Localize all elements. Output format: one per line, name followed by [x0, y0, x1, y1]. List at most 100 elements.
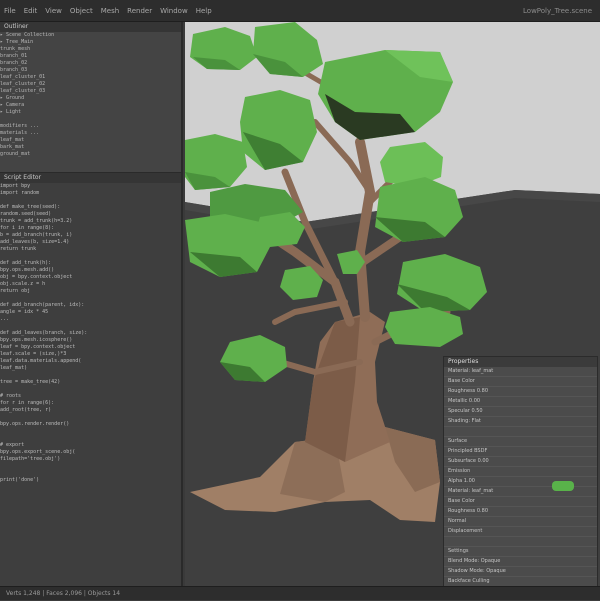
code-line: leaf.data.materials.append( — [0, 358, 82, 364]
code-line: bpy.ops.export_scene.obj( — [0, 449, 76, 455]
property-row[interactable]: Surface — [444, 437, 597, 447]
code-line: return obj — [0, 288, 31, 294]
outliner-item[interactable]: branch_03 — [0, 67, 181, 74]
script-editor-title: Script Editor — [0, 173, 181, 183]
outliner-item[interactable]: ▸ Ground — [0, 95, 181, 102]
outliner-panel[interactable]: Outliner ▸ Scene Collection ▸ Tree_Main … — [0, 22, 183, 172]
property-row[interactable]: Metallic 0.00 — [444, 397, 597, 407]
property-row[interactable]: Principled BSDF — [444, 447, 597, 457]
outliner-item[interactable]: ▸ Tree_Main — [0, 39, 181, 46]
code-line: def add_leaves(branch, size): — [0, 330, 88, 336]
properties-panel[interactable]: Properties Material: leaf_mat Base Color R… — [443, 356, 598, 592]
property-row[interactable]: Roughness 0.80 — [444, 507, 597, 517]
code-line: obj.scale.z = h — [0, 281, 46, 287]
code-line: import random — [0, 190, 40, 196]
script-editor-panel[interactable]: Script Editor import bpy import random de… — [0, 172, 183, 586]
outliner-item[interactable]: leaf_cluster_02 — [0, 81, 181, 88]
code-line: bpy.ops.mesh.add() — [0, 267, 55, 273]
outliner-title: Outliner — [0, 22, 181, 32]
property-row[interactable]: Emission — [444, 467, 597, 477]
code-line: trunk = add_trunk(h=3.2) — [0, 218, 73, 224]
property-row[interactable]: Base Color — [444, 497, 597, 507]
code-line: leaf.scale = (size,)*3 — [0, 351, 67, 357]
code-line: # roots — [0, 393, 22, 399]
code-line: filepath='tree.obj') — [0, 456, 61, 462]
menu-edit[interactable]: Edit — [24, 7, 38, 15]
code-line: return trunk — [0, 246, 37, 252]
property-row[interactable]: Material: leaf_mat — [444, 367, 597, 377]
property-row[interactable]: Settings — [444, 547, 597, 557]
outliner-item[interactable]: ground_mat — [0, 151, 181, 158]
property-row[interactable]: Subsurface 0.00 — [444, 457, 597, 467]
code-line: add_leaves(b, size=1.4) — [0, 239, 70, 245]
menu-mesh[interactable]: Mesh — [101, 7, 119, 15]
outliner-item[interactable] — [0, 116, 181, 123]
script-editor-text[interactable]: import bpy import random def make_tree(se… — [0, 183, 181, 484]
property-row[interactable]: Shadow Mode: Opaque — [444, 567, 597, 577]
code-line: angle = idx * 45 — [0, 309, 49, 315]
property-row[interactable]: Alpha 1.00 — [444, 477, 597, 487]
menu-help[interactable]: Help — [196, 7, 212, 15]
property-row[interactable]: Displacement — [444, 527, 597, 537]
properties-title: Properties — [444, 357, 597, 367]
outliner-item[interactable]: leaf_cluster_01 — [0, 74, 181, 81]
outliner-item[interactable]: trunk_mesh — [0, 46, 181, 53]
code-line: def make_tree(seed): — [0, 204, 61, 210]
code-line: def add_trunk(h): — [0, 260, 52, 266]
code-line: bpy.ops.render.render() — [0, 421, 70, 427]
property-row[interactable]: Normal — [444, 517, 597, 527]
code-line: # export — [0, 442, 25, 448]
code-line: random.seed(seed) — [0, 211, 52, 217]
code-line: bpy.ops.mesh.icosphere() — [0, 337, 73, 343]
code-line: print('done') — [0, 477, 40, 483]
property-row[interactable] — [444, 427, 597, 437]
code-line: tree = make_tree(42) — [0, 379, 61, 385]
code-line: for i in range(8): — [0, 225, 55, 231]
property-row[interactable]: Roughness 0.80 — [444, 387, 597, 397]
app-window: File Edit View Object Mesh Render Window… — [0, 0, 600, 600]
code-line: add_root(tree, r) — [0, 407, 52, 413]
menu-view[interactable]: View — [45, 7, 62, 15]
code-line: b = add_branch(trunk, i) — [0, 232, 73, 238]
outliner-item[interactable]: ▸ Scene Collection — [0, 32, 181, 39]
menu-bar: File Edit View Object Mesh Render Window… — [0, 0, 600, 22]
outliner-item[interactable]: leaf_mat — [0, 137, 181, 144]
menu-render[interactable]: Render — [127, 7, 152, 15]
leaf-color-swatch[interactable] — [552, 481, 574, 491]
outliner-item[interactable]: ▸ Camera — [0, 102, 181, 109]
property-row[interactable]: Base Color — [444, 377, 597, 387]
outliner-item[interactable]: ▸ Light — [0, 109, 181, 116]
property-row[interactable]: Blend Mode: Opaque — [444, 557, 597, 567]
menu-window[interactable]: Window — [160, 7, 188, 15]
outliner-item[interactable]: bark_mat — [0, 144, 181, 151]
code-line: leaf_mat) — [0, 365, 28, 371]
outliner-item[interactable]: leaf_cluster_03 — [0, 88, 181, 95]
outliner-list: ▸ Scene Collection ▸ Tree_Main trunk_mes… — [0, 32, 181, 158]
property-row[interactable] — [444, 537, 597, 547]
property-row[interactable]: Material: leaf_mat — [444, 487, 597, 497]
outliner-item[interactable]: modifiers ... — [0, 123, 181, 130]
property-row[interactable]: Specular 0.50 — [444, 407, 597, 417]
code-line: for r in range(6): — [0, 400, 55, 406]
menu-object[interactable]: Object — [70, 7, 93, 15]
code-line: ... — [0, 316, 10, 322]
property-row[interactable]: Shading: Flat — [444, 417, 597, 427]
window-title: LowPoly_Tree.scene — [523, 6, 592, 15]
code-line: def add_branch(parent, idx): — [0, 302, 85, 308]
outliner-item[interactable]: materials ... — [0, 130, 181, 137]
code-line: leaf = bpy.context.object — [0, 344, 76, 350]
code-line: import bpy — [0, 183, 31, 189]
status-bar: Verts 1,248 | Faces 2,096 | Objects 14 — [0, 586, 600, 600]
outliner-item[interactable]: branch_02 — [0, 60, 181, 67]
menu-file[interactable]: File — [4, 7, 16, 15]
outliner-item[interactable]: branch_01 — [0, 53, 181, 60]
